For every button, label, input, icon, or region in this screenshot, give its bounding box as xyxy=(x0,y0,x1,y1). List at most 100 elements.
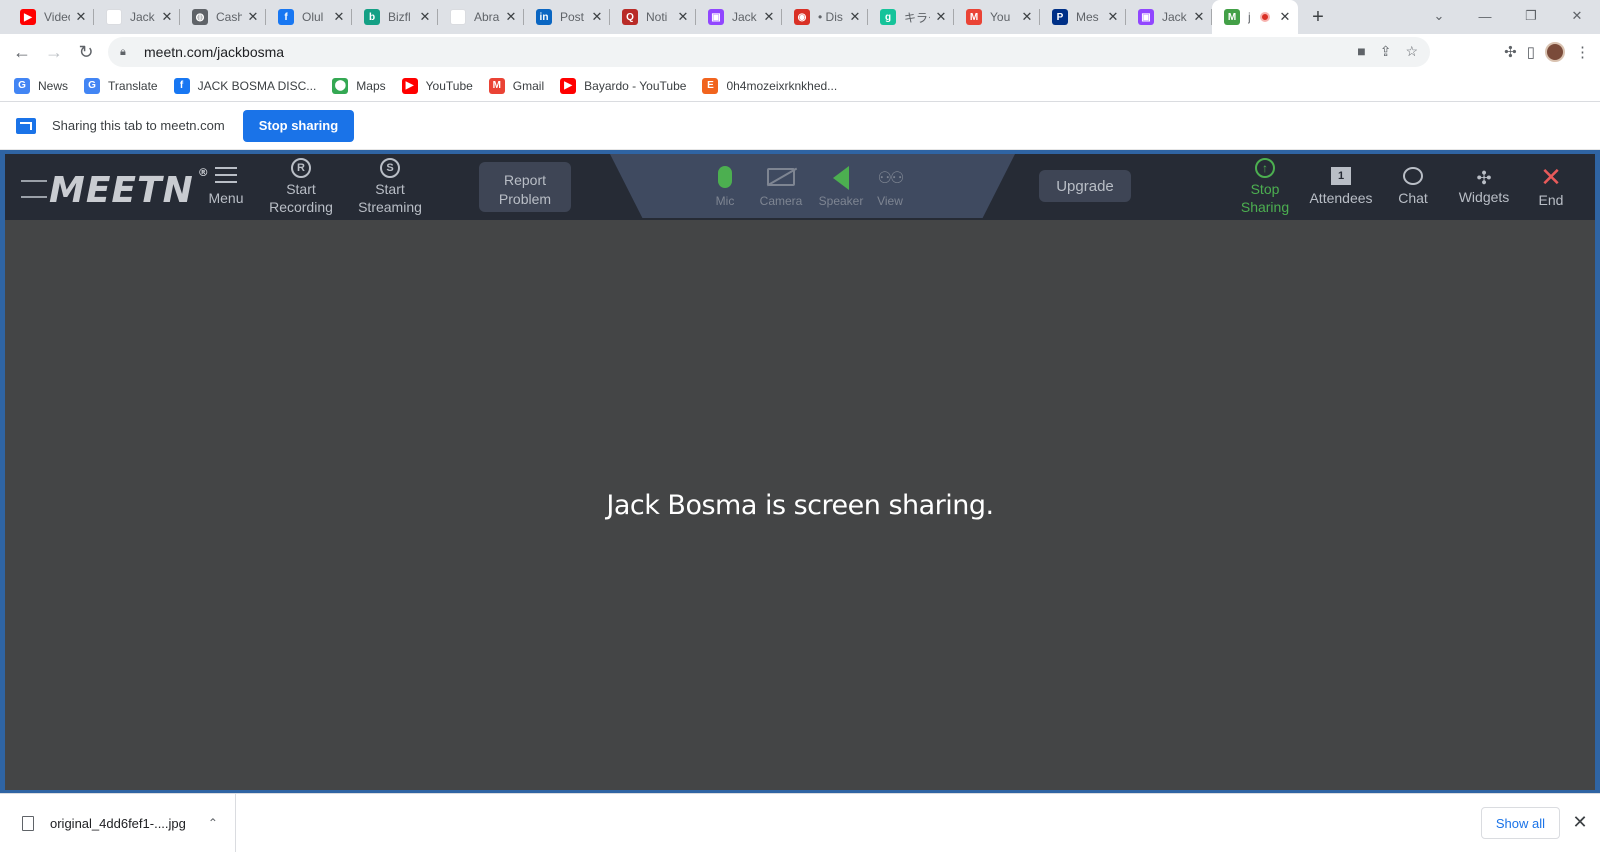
file-icon xyxy=(22,815,34,831)
linkedin-icon: in xyxy=(536,9,552,25)
forward-arrow-icon[interactable]: → xyxy=(38,36,70,68)
download-shelf: original_4dd6fef1-....jpg ⌃ Show all ✕ xyxy=(0,793,1600,852)
tab-title: You xyxy=(990,10,1011,24)
report-problem-button[interactable]: Report Problem xyxy=(479,162,571,212)
bookmark-label: Maps xyxy=(356,78,386,93)
tab-title: Abra xyxy=(474,10,500,24)
bookmark-item[interactable]: f JACK BOSMA DISC... xyxy=(173,77,316,94)
minimize-button[interactable]: — xyxy=(1462,0,1508,32)
browser-tab[interactable]: Mj ✕ xyxy=(1212,0,1298,34)
tab-close-icon[interactable]: ✕ xyxy=(414,9,436,25)
mic-button[interactable]: Mic xyxy=(697,158,753,214)
streaming-icon: S xyxy=(380,158,400,178)
bookmark-star-icon[interactable]: ☆ xyxy=(1405,43,1418,60)
url-text: meetn.com/jackbosma xyxy=(144,44,285,60)
browser-tab[interactable]: ▶ Video✕ xyxy=(8,0,94,34)
browser-tab[interactable]: M You ✕ xyxy=(954,0,1040,34)
tab-close-icon[interactable]: ✕ xyxy=(70,9,92,25)
bookmark-item[interactable]: ⬤ Maps xyxy=(332,77,386,94)
show-all-downloads-button[interactable]: Show all xyxy=(1480,807,1560,839)
browser-tab[interactable]: b Bizfl ✕ xyxy=(352,0,438,34)
blank-page-icon xyxy=(450,9,466,25)
tab-title: Cash xyxy=(216,10,242,24)
chat-label: Chat xyxy=(1398,190,1428,206)
browser-tab[interactable]: ▣ Jack ✕ xyxy=(1126,0,1212,34)
browser-tab[interactable]: ◍ Cash ✕ xyxy=(180,0,266,34)
browser-tab[interactable]: in Post ✕ xyxy=(524,0,610,34)
youtube-icon: ▶ xyxy=(560,77,577,94)
browser-tab[interactable]: ▣ Jack ✕ xyxy=(696,0,782,34)
close-shelf-icon[interactable]: ✕ xyxy=(1568,808,1592,836)
bookmark-item[interactable]: G Translate xyxy=(84,77,158,94)
facebook-icon: f xyxy=(173,77,190,94)
puzzle-piece-icon: ✣ xyxy=(1476,168,1492,188)
browser-tab[interactable]: f Olul ✕ xyxy=(266,0,352,34)
tab-close-icon[interactable]: ✕ xyxy=(500,9,522,25)
stop-sharing-button[interactable]: Stop sharing xyxy=(242,109,355,142)
camera-in-use-icon[interactable]: ■ xyxy=(1357,43,1365,60)
tab-list: ▶Video✕Jack✕◍Cash✕fOlul✕bBizfl✕Abra✕inPo… xyxy=(0,0,1298,34)
reload-icon[interactable]: ↻ xyxy=(70,36,102,68)
back-arrow-icon[interactable]: ← xyxy=(6,36,38,68)
browser-tab[interactable]: Q Noti ✕ xyxy=(610,0,696,34)
tab-close-icon[interactable]: ✕ xyxy=(1016,9,1038,25)
tab-close-icon[interactable]: ✕ xyxy=(1188,9,1210,25)
toolbar-right: ✣ ▯ ⋮ xyxy=(1504,34,1600,70)
browser-tab[interactable]: P Mes ✕ xyxy=(1040,0,1126,34)
tab-search-dropdown-icon[interactable]: ⌄ xyxy=(1416,0,1462,32)
bookmark-item[interactable]: G News xyxy=(14,77,68,94)
discord-icon: ◉ xyxy=(794,9,810,25)
menu-button[interactable]: Menu xyxy=(203,154,249,220)
gmail-icon: M xyxy=(966,9,982,25)
chat-button[interactable]: Chat xyxy=(1391,154,1435,220)
download-item[interactable]: original_4dd6fef1-....jpg ⌃ xyxy=(0,794,236,852)
view-button[interactable]: ⚇⚇ View xyxy=(862,158,918,214)
new-tab-button[interactable]: + xyxy=(1298,0,1338,34)
google-news-icon: G xyxy=(14,77,30,94)
bookmark-label: Gmail xyxy=(512,78,545,93)
tab-close-icon[interactable]: ✕ xyxy=(672,9,694,25)
browser-menu-icon[interactable]: ⋮ xyxy=(1575,43,1590,61)
tab-title: キラー xyxy=(904,10,930,25)
chevron-up-icon[interactable]: ⌃ xyxy=(208,816,218,830)
tab-close-icon[interactable]: ✕ xyxy=(930,9,952,25)
profile-avatar[interactable] xyxy=(1545,42,1565,62)
share-icon[interactable]: ⇪ xyxy=(1380,43,1392,60)
restore-button[interactable]: ❐ xyxy=(1508,0,1554,32)
close-window-button[interactable]: ✕ xyxy=(1554,0,1600,32)
bookmark-item[interactable]: ▶ YouTube xyxy=(401,77,473,94)
tab-close-icon[interactable]: ✕ xyxy=(844,9,866,25)
start-recording-button[interactable]: R Start Recording xyxy=(261,154,341,220)
tab-close-icon[interactable]: ✕ xyxy=(242,9,264,25)
start-streaming-button[interactable]: S Start Streaming xyxy=(350,154,430,220)
tab-close-icon[interactable]: ✕ xyxy=(328,9,350,25)
meetn-logo: MEETN ® xyxy=(21,166,209,211)
bookmark-item[interactable]: M Gmail xyxy=(488,77,545,94)
upgrade-button[interactable]: Upgrade xyxy=(1039,170,1131,202)
address-bar[interactable]: 🔒︎ meetn.com/jackbosma ■ ⇪ ☆ xyxy=(108,37,1430,67)
youtube-icon: ▶ xyxy=(20,9,36,25)
tab-close-icon[interactable]: ✕ xyxy=(758,9,780,25)
speaker-button[interactable]: Speaker xyxy=(813,158,869,214)
tab-close-icon[interactable]: ✕ xyxy=(1274,9,1296,25)
speaker-label: Speaker xyxy=(818,194,864,208)
extensions-puzzle-icon[interactable]: ✣ xyxy=(1504,43,1517,61)
browser-tab[interactable]: g キラー✕ xyxy=(868,0,954,34)
bookmark-item[interactable]: E 0h4mozeixrknkhed... xyxy=(702,77,837,94)
twitch-icon: ▣ xyxy=(1138,9,1154,25)
bookmark-item[interactable]: ▶ Bayardo - YouTube xyxy=(560,77,686,94)
camera-button[interactable]: Camera xyxy=(753,158,809,214)
side-panel-icon[interactable]: ▯ xyxy=(1527,43,1535,61)
logo-speedlines xyxy=(21,180,47,198)
browser-tab[interactable]: Abra ✕ xyxy=(438,0,524,34)
end-meeting-button[interactable]: ✕ End xyxy=(1531,154,1571,220)
menu-label: Menu xyxy=(208,190,244,206)
tab-close-icon[interactable]: ✕ xyxy=(156,9,178,25)
tab-close-icon[interactable]: ✕ xyxy=(586,9,608,25)
browser-tab[interactable]: Jack ✕ xyxy=(94,0,180,34)
stop-sharing-meetn-button[interactable]: ↑ Stop Sharing xyxy=(1235,154,1295,220)
browser-tab[interactable]: ◉ • Dis ✕ xyxy=(782,0,868,34)
tab-close-icon[interactable]: ✕ xyxy=(1102,9,1124,25)
widgets-button[interactable]: ✣ Widgets xyxy=(1453,154,1515,220)
attendees-button[interactable]: 1 Attendees xyxy=(1305,154,1377,220)
